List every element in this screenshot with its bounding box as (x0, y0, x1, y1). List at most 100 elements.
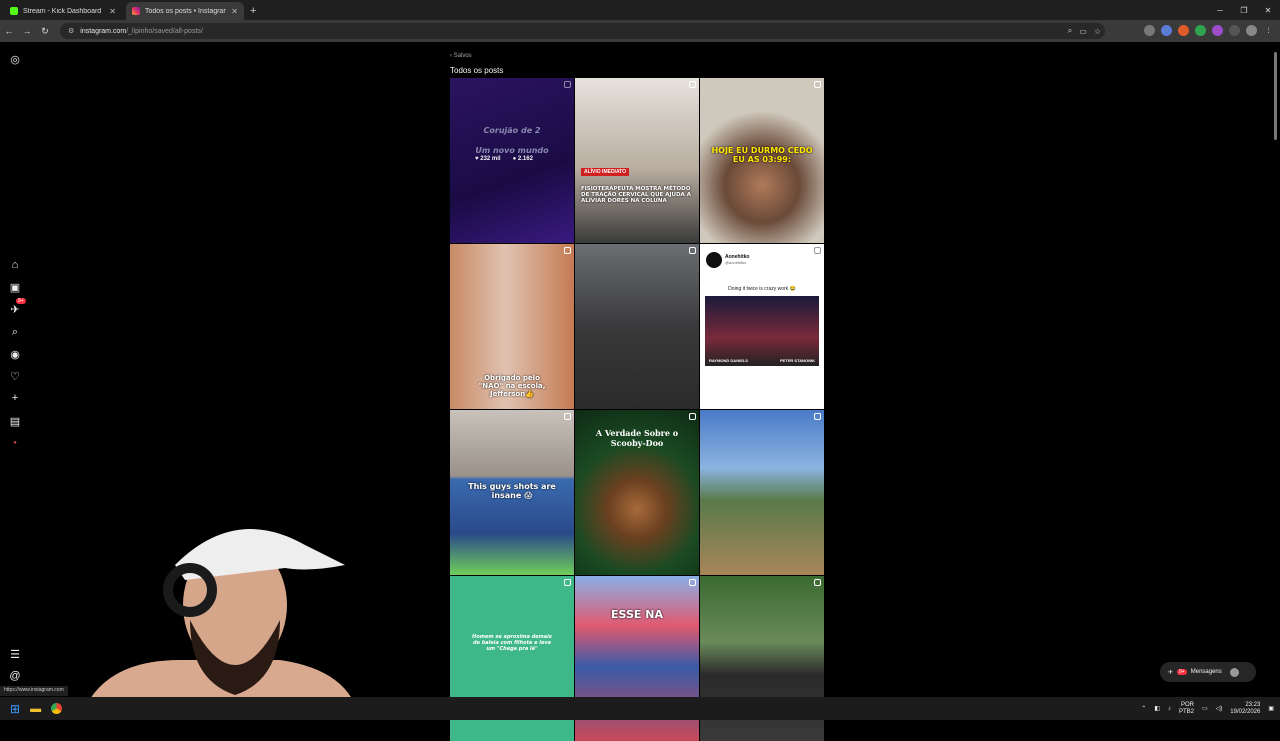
close-tab-icon[interactable]: ✕ (109, 7, 116, 16)
messages-badge: 9+ (1177, 669, 1187, 675)
messages-button[interactable]: ✈ 9+ Mensagens (1160, 662, 1256, 682)
reel-icon (564, 579, 571, 586)
system-tray: ⌃ ◧ ♪ POR PTB2 ▭ ◁) 23:23 19/02/2026 ▣ (1141, 697, 1274, 720)
post-tile[interactable]: ALÍVIO IMEDIATO FISIOTERAPEUTA MOSTRA MÉ… (575, 78, 699, 243)
bookmark-star-icon[interactable]: ☆ (1094, 27, 1101, 36)
omnibox-actions: ⌕ ▭ ☆ (1068, 23, 1101, 39)
reel-icon (689, 579, 696, 586)
threads-icon[interactable]: @ (8, 669, 22, 683)
clock-date: 19/02/2026 (1230, 708, 1261, 715)
reel-icon (564, 413, 571, 420)
reels-icon[interactable]: ▣ (8, 280, 22, 294)
tray-app-icon[interactable]: ◧ (1154, 705, 1160, 712)
breadcrumb[interactable]: ‹ Salvos (450, 53, 472, 59)
file-explorer-icon[interactable]: ▬ (30, 703, 41, 715)
post-tile[interactable] (700, 410, 824, 575)
post-tile[interactable]: Aonehitko @aonehitko Doing it twice is c… (700, 244, 824, 409)
tab-instagram[interactable]: Todos os posts • Instagram ✕ (126, 2, 244, 20)
saved-posts-grid: Corujão de 2 Um novo mundo ♥ 232 mil ● 2… (450, 78, 824, 741)
extension-icon[interactable] (1178, 25, 1189, 36)
post-caption: Obrigado pelo "NÃO" na escola, Jefferson… (478, 374, 546, 398)
chrome-icon[interactable] (51, 703, 63, 714)
reel-icon (564, 81, 571, 88)
maximize-icon[interactable]: ❐ (1232, 0, 1256, 20)
post-tile[interactable] (575, 244, 699, 409)
breadcrumb-saved[interactable]: Salvos (454, 53, 472, 59)
tab-kick-dashboard[interactable]: Stream - Kick Dashboard ✕ (4, 2, 122, 20)
fighter-name-right: PETER STANONIK (779, 358, 815, 363)
home-icon[interactable]: ⌂ (8, 258, 22, 272)
reload-icon[interactable]: ↻ (36, 26, 54, 37)
post-caption: This guys shots are insane 😱 (468, 482, 556, 500)
profile-avatar[interactable] (1246, 25, 1257, 36)
network-icon[interactable]: ▭ (1202, 705, 1208, 712)
post-tile[interactable]: This guys shots are insane 😱 (450, 410, 574, 575)
avatar (1229, 667, 1239, 677)
minimize-icon[interactable]: ─ (1208, 0, 1232, 20)
reel-icon (689, 81, 696, 88)
reel-icon (814, 579, 821, 586)
menu-kebab-icon[interactable]: ⋮ (1263, 25, 1274, 36)
post-caption-top: Corujão de 2 (483, 126, 541, 135)
page-title: Todos os posts (450, 66, 504, 75)
volume-icon[interactable]: ◁) (1216, 705, 1223, 712)
new-tab-icon[interactable]: + (250, 5, 256, 20)
tweet-avatar (706, 252, 722, 268)
reel-icon (689, 247, 696, 254)
language-indicator[interactable]: POR PTB2 (1179, 702, 1194, 716)
likes-count: ♥ 232 mil (475, 156, 501, 162)
tab-title: Todos os posts • Instagram (145, 7, 227, 15)
explore-icon[interactable]: ◉ (8, 347, 22, 361)
instagram-favicon-icon (132, 7, 140, 15)
post-caption: Homem se aproxima demais de baleia com f… (472, 634, 552, 652)
tweet-text: Doing it twice is crazy work 😂 (728, 286, 796, 292)
extension-icon[interactable] (1212, 25, 1223, 36)
profile-avatar[interactable]: ● (8, 436, 22, 450)
cast-icon[interactable]: ▭ (1079, 27, 1087, 36)
dashboard-icon[interactable]: ▤ (8, 414, 22, 428)
shield-extension-icon[interactable] (1144, 25, 1155, 36)
clock-time: 23:23 (1245, 701, 1261, 708)
lang-top: POR (1180, 701, 1194, 708)
microphone-icon[interactable]: ♪ (1168, 706, 1171, 712)
post-tile[interactable]: A Verdade Sobre o Scooby-Doo (575, 410, 699, 575)
windows-taskbar: ⊞ ▬ ⌃ ◧ ♪ POR PTB2 ▭ ◁) 23:23 19/02/2026… (0, 697, 1280, 720)
tab-title: Stream - Kick Dashboard (23, 7, 102, 15)
post-tile[interactable]: HOJE EU DURMO CEDO EU AS 03:99: (700, 78, 824, 243)
url-path: /_lipinho/saved/all-posts/ (126, 27, 203, 35)
tray-chevron-icon[interactable]: ⌃ (1141, 705, 1146, 712)
windows-start-icon[interactable]: ⊞ (10, 702, 20, 716)
zoom-icon[interactable]: ⌕ (1068, 26, 1072, 36)
extensions-area: ⋮ (1144, 25, 1274, 36)
reel-icon (814, 247, 821, 254)
back-icon[interactable]: ← (0, 26, 18, 36)
close-window-icon[interactable]: ✕ (1256, 0, 1280, 20)
clock[interactable]: 23:23 19/02/2026 (1230, 702, 1260, 716)
messages-label: Mensagens (1190, 669, 1222, 675)
direct-messages-icon[interactable]: ✈ 9+ (8, 298, 26, 316)
extension-icon[interactable] (1195, 25, 1206, 36)
site-info-icon[interactable]: ⚙ (68, 27, 74, 35)
forward-icon[interactable]: → (18, 26, 36, 36)
notifications-heart-icon[interactable]: ♡ (8, 369, 22, 383)
webcam-overlay (80, 529, 360, 720)
instagram-logo-icon[interactable]: ◎ (8, 52, 22, 66)
browser-toolbar: ← → ↻ ⚙ instagram.com/_lipinho/saved/all… (0, 20, 1280, 42)
create-icon[interactable]: + (8, 391, 22, 405)
search-icon[interactable]: ⌕ (8, 325, 22, 339)
notifications-icon[interactable]: ▣ (1268, 705, 1274, 712)
comments-count: ● 2.162 (512, 156, 533, 162)
address-bar[interactable]: ⚙ instagram.com/_lipinho/saved/all-posts… (60, 23, 1105, 39)
puzzle-extensions-icon[interactable] (1229, 25, 1240, 36)
more-menu-icon[interactable]: ☰ (8, 647, 22, 661)
post-caption: FISIOTERAPEUTA MOSTRA MÉTODO DE TRAÇÃO C… (581, 186, 691, 204)
post-caption: ESSE NA (611, 608, 663, 621)
close-tab-icon[interactable]: ✕ (231, 7, 238, 16)
post-tile[interactable]: Corujão de 2 Um novo mundo ♥ 232 mil ● 2… (450, 78, 574, 243)
page-scrollbar[interactable] (1272, 44, 1278, 694)
extension-icon[interactable] (1161, 25, 1172, 36)
scrollbar-thumb[interactable] (1274, 52, 1277, 140)
url-host: instagram.com (80, 27, 127, 35)
post-tile[interactable]: Obrigado pelo "NÃO" na escola, Jefferson… (450, 244, 574, 409)
reel-icon (814, 81, 821, 88)
